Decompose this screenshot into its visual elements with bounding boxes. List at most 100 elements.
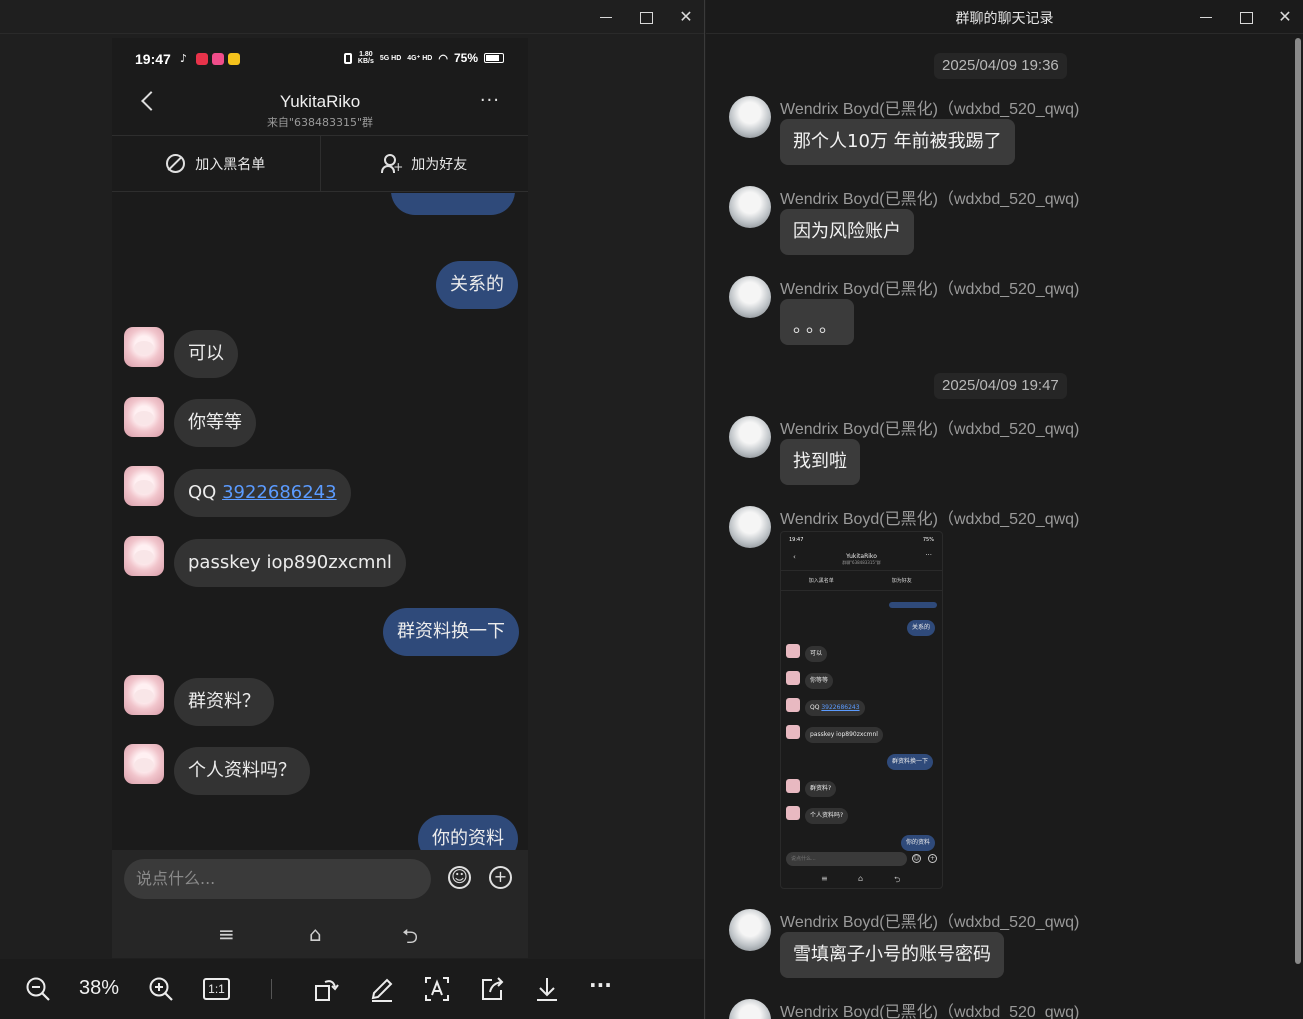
- sender-name: Wendrix Boyd(已黑化)（wdxbd_520_qwq): [780, 914, 1080, 931]
- thumb-bubble: 可以: [805, 646, 828, 662]
- thumb-add-friend: 加为好友: [891, 578, 912, 584]
- avatar[interactable]: [729, 96, 771, 138]
- thumb-menu-icon: ≡: [821, 874, 828, 883]
- message-bubble: 因为风险账户: [780, 209, 914, 255]
- minimize-button[interactable]: [1186, 0, 1226, 34]
- thumb-emoji-icon: ☺: [912, 854, 921, 863]
- thumb-avatar: [786, 698, 800, 712]
- avatar: [124, 675, 164, 715]
- zoom-out-icon[interactable]: [24, 975, 52, 1003]
- qq-prefix: QQ: [188, 482, 223, 503]
- thumb-bubble: 你等等: [805, 673, 834, 689]
- phone-input-bar: 说点什么... ☺ +: [112, 850, 528, 908]
- thumb-time: 19:47: [789, 537, 804, 543]
- wifi-icon: ◠: [438, 52, 448, 65]
- viewer-toolbar: 38% 1:1 ···: [0, 959, 704, 1019]
- chat-history-window: 群聊的聊天记录 ✕ 2025/04/09 19:36 Wendrix Boyd(…: [706, 0, 1303, 1019]
- thumb-avatar: [786, 644, 800, 658]
- message-bubble: 群资料换一下: [383, 608, 519, 656]
- battery-percent: 75%: [453, 51, 478, 65]
- chat-header: YukitaRiko 来自"638483315"群 ···: [112, 84, 528, 136]
- timestamp: 2025/04/09 19:36: [934, 53, 1067, 79]
- image-message-thumbnail[interactable]: 19:47 75% ‹ YukitaRiko 群聊"638483315"群 ··…: [780, 531, 943, 889]
- maximize-button[interactable]: [1226, 0, 1266, 34]
- thumb-qq-link: 3922686243: [821, 704, 860, 711]
- thumb-avatar: [786, 806, 800, 820]
- viewer-titlebar: ✕: [0, 0, 704, 34]
- thumb-plus-icon: +: [928, 854, 937, 863]
- scrollbar[interactable]: [1295, 38, 1301, 964]
- thumb-battery: 75%: [922, 537, 934, 543]
- avatar: [124, 327, 164, 367]
- more-icon: ···: [479, 90, 500, 111]
- close-button[interactable]: ✕: [1265, 0, 1303, 34]
- message-bubble: 雪填离子小号的账号密码: [780, 932, 1004, 978]
- qq-number-link: 3922686243: [222, 482, 337, 503]
- thumb-avatar: [786, 671, 800, 685]
- phone-status-bar: 19:47 ♪ 1.80 KB/s 5G HD 4G⁺ HD ◠ 75%: [112, 38, 528, 84]
- thumb-back-nav-icon: ⮌: [894, 875, 901, 884]
- thumb-avatar: [786, 725, 800, 739]
- avatar[interactable]: [729, 999, 771, 1019]
- emoji-icon: ☺: [448, 866, 471, 889]
- message-input: 说点什么...: [124, 859, 431, 899]
- thumb-bubble: 个人资料吗?: [805, 808, 849, 824]
- chat-action-bar: 加入黑名单 加为好友: [112, 136, 528, 192]
- sender-name: Wendrix Boyd(已黑化)（wdxbd_520_qwq): [780, 421, 1080, 438]
- add-friend-label: 加为好友: [411, 156, 468, 173]
- close-button[interactable]: ✕: [666, 0, 704, 34]
- ban-icon: [166, 154, 186, 173]
- more-icon[interactable]: ···: [589, 973, 617, 1001]
- home-icon: ⌂: [309, 922, 322, 946]
- app-pink-icon: [212, 53, 224, 65]
- app-red-icon: [196, 53, 208, 65]
- message-bubble: 关系的: [436, 261, 518, 309]
- thumb-bubble-qq: QQ 3922686243: [805, 700, 865, 716]
- sender-name: Wendrix Boyd(已黑化)（wdxbd_520_qwq): [780, 101, 1080, 118]
- network-speed: 1.80 KB/s: [357, 51, 374, 65]
- thumb-more-icon: ···: [925, 551, 932, 559]
- zoom-in-icon[interactable]: [147, 975, 175, 1003]
- text-recognize-icon[interactable]: [423, 975, 451, 1003]
- thumb-qq-prefix: QQ: [810, 704, 822, 711]
- message-bubble: 。。。: [780, 299, 854, 345]
- download-icon[interactable]: [533, 975, 561, 1003]
- thumb-bubble: 群资料换一下: [887, 754, 934, 770]
- sender-name: Wendrix Boyd(已黑化)（wdxbd_520_qwq): [780, 1004, 1080, 1019]
- thumb-avatar: [786, 779, 800, 793]
- zoom-level[interactable]: 38%: [79, 977, 119, 1000]
- tiktok-icon: ♪: [180, 52, 188, 65]
- status-app-icons: ♪: [180, 53, 240, 65]
- message-bubble-partial: [391, 193, 515, 215]
- vibrate-icon: [343, 52, 352, 64]
- actual-size-icon[interactable]: 1:1: [203, 978, 230, 1000]
- signal-4g-icon: 4G⁺ HD: [407, 55, 433, 62]
- avatar: [124, 397, 164, 437]
- avatar[interactable]: [729, 416, 771, 458]
- thumb-input: 说点什么...: [786, 852, 907, 866]
- block-label: 加入黑名单: [195, 156, 266, 173]
- thumb-bubble: 关系的: [907, 620, 936, 636]
- avatar[interactable]: [729, 276, 771, 318]
- avatar[interactable]: [729, 909, 771, 951]
- message-list: 关系的 可以 你等等 QQ 3922686243 passkey iop890z…: [112, 193, 528, 850]
- sender-name: Wendrix Boyd(已黑化)（wdxbd_520_qwq): [780, 511, 1080, 528]
- chat-history-titlebar: 群聊的聊天记录 ✕: [706, 0, 1303, 34]
- avatar: [124, 536, 164, 576]
- rotate-icon[interactable]: [313, 975, 341, 1003]
- status-right-group: 1.80 KB/s 5G HD 4G⁺ HD ◠ 75%: [343, 51, 504, 65]
- signal-5g-icon: 5G HD: [379, 54, 402, 62]
- message-bubble: 找到啦: [780, 439, 860, 485]
- minimize-button[interactable]: [586, 0, 626, 34]
- contact-name: YukitaRiko: [279, 92, 361, 111]
- add-user-icon: [381, 153, 403, 174]
- edit-icon[interactable]: [368, 975, 396, 1003]
- maximize-button[interactable]: [626, 0, 666, 34]
- block-action: 加入黑名单: [112, 136, 320, 191]
- avatar[interactable]: [729, 506, 771, 548]
- thumb-contact-source: 群聊"638483315"群: [842, 560, 881, 565]
- thumb-home-icon: ⌂: [858, 874, 864, 883]
- share-icon[interactable]: [478, 975, 506, 1003]
- avatar[interactable]: [729, 186, 771, 228]
- thumb-block: 加入黑名单: [808, 578, 834, 584]
